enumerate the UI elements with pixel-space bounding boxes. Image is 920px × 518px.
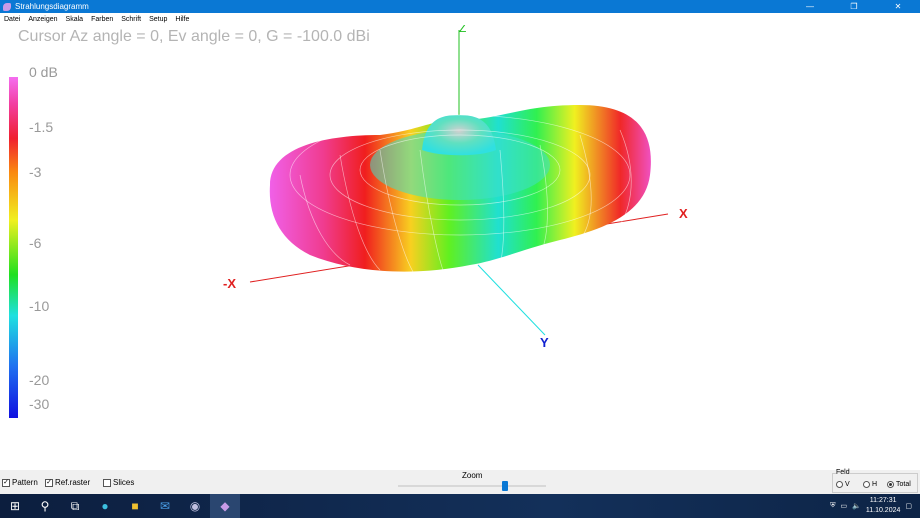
menu-farben[interactable]: Farben bbox=[91, 16, 113, 23]
y-axis-line bbox=[477, 264, 546, 336]
menu-setup[interactable]: Setup bbox=[149, 16, 167, 23]
feld-group: Feld V H Total bbox=[832, 469, 918, 493]
menu-anzeigen[interactable]: Anzeigen bbox=[28, 16, 57, 23]
file-explorer-icon[interactable]: ■ bbox=[120, 494, 150, 518]
control-panel: ✓ Pattern ✓ Ref.raster Slices Zoom Feld V … bbox=[0, 469, 920, 494]
radio-v[interactable]: V bbox=[836, 481, 850, 488]
zoom-label: Zoom bbox=[462, 471, 483, 480]
clock-date: 11.10.2024 bbox=[865, 507, 901, 514]
mail-icon[interactable]: ✉ bbox=[150, 494, 180, 518]
menu-bar: Datei Anzeigen Skala Farben Schrift Setu… bbox=[0, 13, 920, 25]
clock[interactable]: 11:27:31 11.10.2024 bbox=[866, 496, 901, 516]
edge-icon[interactable]: ● bbox=[90, 494, 120, 518]
menu-hilfe[interactable]: Hilfe bbox=[175, 16, 189, 23]
task-view-icon[interactable]: ⧉ bbox=[60, 494, 90, 518]
notifications-icon[interactable]: ▢ bbox=[905, 502, 912, 510]
network-icon[interactable]: ▭ bbox=[841, 502, 848, 510]
ref-raster-label: Ref.raster bbox=[55, 478, 91, 487]
search-icon[interactable]: ⚲ bbox=[30, 494, 60, 518]
radio-total[interactable]: Total bbox=[887, 481, 911, 488]
title-bar: Strahlungsdiagramm — ❐ ✕ bbox=[0, 0, 920, 13]
pattern-checkbox[interactable]: ✓ Pattern bbox=[2, 478, 38, 487]
menu-schrift[interactable]: Schrift bbox=[121, 16, 141, 23]
y-axis-label: Y bbox=[540, 335, 549, 350]
restore-button[interactable]: ❐ bbox=[832, 2, 876, 11]
x-axis-label: X bbox=[679, 206, 688, 221]
app-globe-icon[interactable]: ◉ bbox=[180, 494, 210, 518]
radio-v-label: V bbox=[845, 481, 850, 488]
menu-datei[interactable]: Datei bbox=[4, 16, 20, 23]
clock-time: 11:27:31 bbox=[869, 497, 897, 504]
close-button[interactable]: ✕ bbox=[876, 2, 920, 11]
z-axis-label: Z bbox=[459, 25, 466, 35]
radiation-pattern-3d[interactable]: Z X -X Y bbox=[0, 25, 920, 470]
taskbar: ⊞ ⚲ ⧉ ● ■ ✉ ◉ ◆ ⛨ ▭ 🔈 11:27:31 11.10.202… bbox=[0, 494, 920, 518]
minus-x-axis-label: -X bbox=[223, 276, 236, 291]
menu-skala[interactable]: Skala bbox=[66, 16, 84, 23]
strahlungsdiagramm-taskbar-icon[interactable]: ◆ bbox=[210, 494, 240, 518]
ref-raster-checkbox[interactable]: ✓ Ref.raster bbox=[45, 478, 90, 487]
radio-total-label: Total bbox=[896, 481, 911, 488]
minimize-button[interactable]: — bbox=[788, 2, 832, 11]
app-icon bbox=[3, 2, 11, 11]
radio-h[interactable]: H bbox=[863, 481, 877, 488]
zoom-slider-track[interactable] bbox=[398, 485, 546, 487]
feld-label: Feld bbox=[836, 469, 850, 476]
volume-icon[interactable]: 🔈 bbox=[852, 502, 861, 510]
zoom-slider-thumb[interactable] bbox=[502, 481, 508, 491]
radio-h-label: H bbox=[872, 481, 878, 488]
pattern-label: Pattern bbox=[12, 478, 38, 487]
window-title: Strahlungsdiagramm bbox=[15, 2, 89, 11]
windows-start-icon[interactable]: ⊞ bbox=[0, 494, 30, 518]
slices-checkbox[interactable]: Slices bbox=[103, 478, 134, 487]
slices-label: Slices bbox=[113, 478, 135, 487]
security-icon[interactable]: ⛨ bbox=[830, 502, 835, 510]
